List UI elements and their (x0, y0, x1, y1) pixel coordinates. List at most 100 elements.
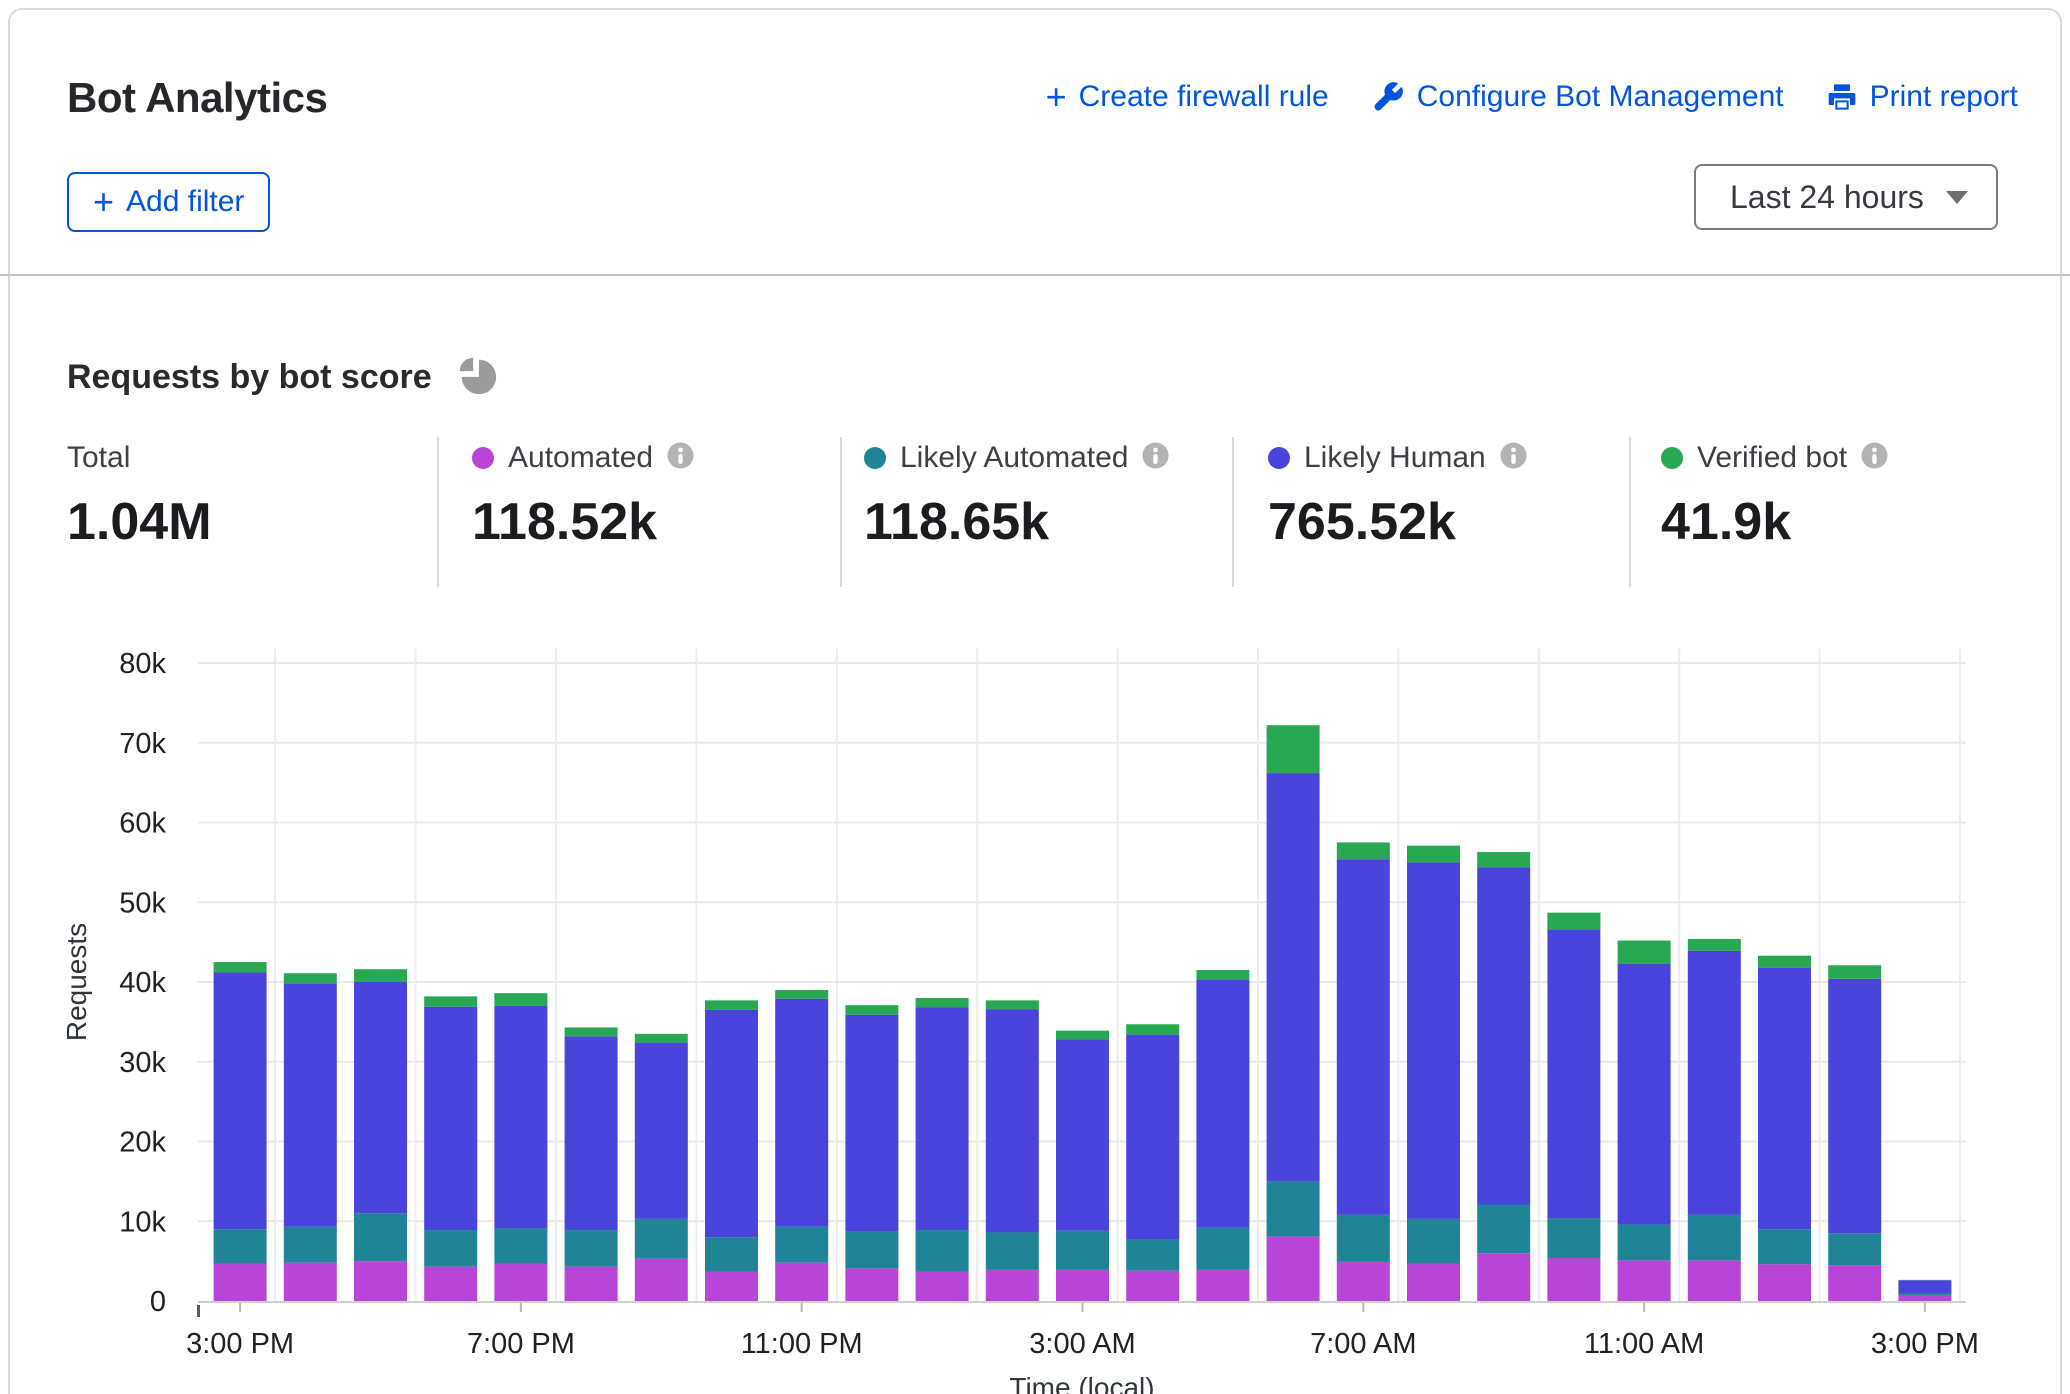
bar-segment-likely-automated[interactable] (354, 1213, 407, 1261)
bar-segment-automated[interactable] (214, 1264, 267, 1301)
bar-segment-verified-bot[interactable] (1828, 965, 1881, 979)
bar-segment-likely-automated[interactable] (916, 1230, 969, 1271)
bar-segment-likely-automated[interactable] (1196, 1228, 1249, 1270)
bar-segment-likely-automated[interactable] (1618, 1224, 1671, 1260)
bar-segment-automated[interactable] (1547, 1258, 1600, 1301)
bar-segment-likely-automated[interactable] (635, 1219, 688, 1259)
info-icon[interactable] (1861, 442, 1888, 474)
bar-segment-automated[interactable] (1196, 1270, 1249, 1301)
bar-segment-likely-automated[interactable] (1407, 1219, 1460, 1264)
bar-segment-likely-automated[interactable] (1828, 1233, 1881, 1265)
bar-segment-likely-human[interactable] (1407, 862, 1460, 1218)
bar-segment-likely-human[interactable] (635, 1043, 688, 1219)
bar-segment-verified-bot[interactable] (214, 962, 267, 972)
bar-segment-verified-bot[interactable] (1337, 842, 1390, 859)
bar-segment-automated[interactable] (705, 1271, 758, 1301)
bar-segment-automated[interactable] (1477, 1253, 1530, 1301)
bar-segment-likely-human[interactable] (284, 984, 337, 1227)
bar-segment-likely-human[interactable] (1898, 1280, 1951, 1293)
bar-segment-verified-bot[interactable] (1056, 1031, 1109, 1040)
bar-segment-likely-human[interactable] (845, 1015, 898, 1232)
bar-segment-verified-bot[interactable] (354, 969, 407, 982)
bar-segment-verified-bot[interactable] (494, 993, 547, 1006)
bar-segment-automated[interactable] (1828, 1265, 1881, 1301)
bar-segment-verified-bot[interactable] (1196, 970, 1249, 980)
bar-segment-automated[interactable] (916, 1271, 969, 1301)
bar-segment-verified-bot[interactable] (1758, 956, 1811, 968)
bar-segment-likely-human[interactable] (1196, 980, 1249, 1228)
bar-segment-verified-bot[interactable] (1688, 939, 1741, 951)
bar-segment-verified-bot[interactable] (845, 1005, 898, 1015)
bar-segment-likely-automated[interactable] (214, 1229, 267, 1263)
time-range-select[interactable]: Last 24 hours (1694, 164, 1998, 230)
bar-segment-likely-automated[interactable] (1758, 1229, 1811, 1264)
bar-segment-likely-human[interactable] (1477, 867, 1530, 1204)
bar-segment-verified-bot[interactable] (1407, 846, 1460, 863)
bar-segment-verified-bot[interactable] (1477, 852, 1530, 867)
bar-segment-likely-automated[interactable] (1898, 1293, 1951, 1295)
bar-segment-likely-automated[interactable] (1056, 1231, 1109, 1270)
bar-segment-likely-human[interactable] (1337, 859, 1390, 1215)
bar-segment-likely-human[interactable] (214, 972, 267, 1229)
bar-segment-automated[interactable] (1056, 1270, 1109, 1301)
info-icon[interactable] (1142, 442, 1169, 474)
bar-segment-likely-human[interactable] (705, 1010, 758, 1237)
bar-segment-verified-bot[interactable] (705, 1000, 758, 1010)
bar-segment-automated[interactable] (1758, 1264, 1811, 1301)
bar-segment-verified-bot[interactable] (775, 990, 828, 999)
bar-segment-likely-automated[interactable] (424, 1230, 477, 1267)
bar-segment-automated[interactable] (1898, 1295, 1951, 1301)
bar-segment-automated[interactable] (986, 1270, 1039, 1301)
bar-segment-likely-human[interactable] (1688, 951, 1741, 1215)
print-report-link[interactable]: Print report (1826, 80, 2018, 114)
bar-segment-likely-human[interactable] (916, 1008, 969, 1231)
add-filter-button[interactable]: + Add filter (67, 172, 270, 232)
bar-segment-likely-human[interactable] (565, 1036, 618, 1230)
bar-segment-likely-automated[interactable] (1337, 1215, 1390, 1262)
bar-segment-likely-human[interactable] (354, 982, 407, 1213)
bar-segment-verified-bot[interactable] (635, 1034, 688, 1043)
bar-segment-likely-human[interactable] (986, 1009, 1039, 1232)
bar-segment-automated[interactable] (284, 1263, 337, 1301)
bar-segment-automated[interactable] (845, 1268, 898, 1301)
bar-segment-automated[interactable] (635, 1259, 688, 1301)
bar-segment-verified-bot[interactable] (916, 998, 969, 1008)
bar-segment-likely-human[interactable] (1126, 1035, 1179, 1240)
bar-segment-verified-bot[interactable] (1126, 1024, 1179, 1034)
bar-segment-likely-automated[interactable] (1477, 1205, 1530, 1254)
info-icon[interactable] (667, 442, 694, 474)
bar-segment-verified-bot[interactable] (1618, 941, 1671, 964)
bar-segment-automated[interactable] (494, 1264, 547, 1301)
bar-segment-automated[interactable] (565, 1267, 618, 1301)
bar-segment-likely-automated[interactable] (1126, 1240, 1179, 1271)
bar-segment-verified-bot[interactable] (1267, 725, 1320, 773)
bar-segment-likely-automated[interactable] (1688, 1215, 1741, 1260)
bar-segment-likely-automated[interactable] (1267, 1181, 1320, 1236)
bar-segment-automated[interactable] (354, 1261, 407, 1301)
bar-segment-likely-automated[interactable] (775, 1227, 828, 1263)
bar-segment-likely-automated[interactable] (494, 1228, 547, 1263)
configure-bot-management-link[interactable]: Configure Bot Management (1371, 80, 1784, 114)
bar-segment-likely-automated[interactable] (845, 1232, 898, 1269)
bar-segment-likely-human[interactable] (424, 1007, 477, 1230)
bar-segment-likely-human[interactable] (775, 999, 828, 1227)
bar-segment-automated[interactable] (424, 1267, 477, 1301)
bar-segment-likely-automated[interactable] (284, 1227, 337, 1263)
bar-segment-verified-bot[interactable] (1547, 913, 1600, 930)
bar-segment-likely-human[interactable] (1618, 964, 1671, 1225)
info-icon[interactable] (1500, 442, 1527, 474)
bar-segment-automated[interactable] (1618, 1260, 1671, 1301)
bar-segment-automated[interactable] (1407, 1264, 1460, 1301)
bar-segment-likely-human[interactable] (494, 1006, 547, 1229)
bar-segment-likely-human[interactable] (1828, 979, 1881, 1233)
bar-segment-likely-automated[interactable] (1547, 1218, 1600, 1258)
bar-segment-automated[interactable] (775, 1263, 828, 1301)
bar-segment-likely-human[interactable] (1056, 1039, 1109, 1230)
bar-segment-likely-human[interactable] (1267, 773, 1320, 1181)
bar-segment-likely-automated[interactable] (565, 1230, 618, 1267)
bar-segment-automated[interactable] (1267, 1236, 1320, 1301)
bar-segment-likely-human[interactable] (1547, 929, 1600, 1218)
bar-segment-automated[interactable] (1126, 1271, 1179, 1301)
bar-segment-verified-bot[interactable] (565, 1027, 618, 1036)
bar-segment-likely-human[interactable] (1758, 968, 1811, 1230)
